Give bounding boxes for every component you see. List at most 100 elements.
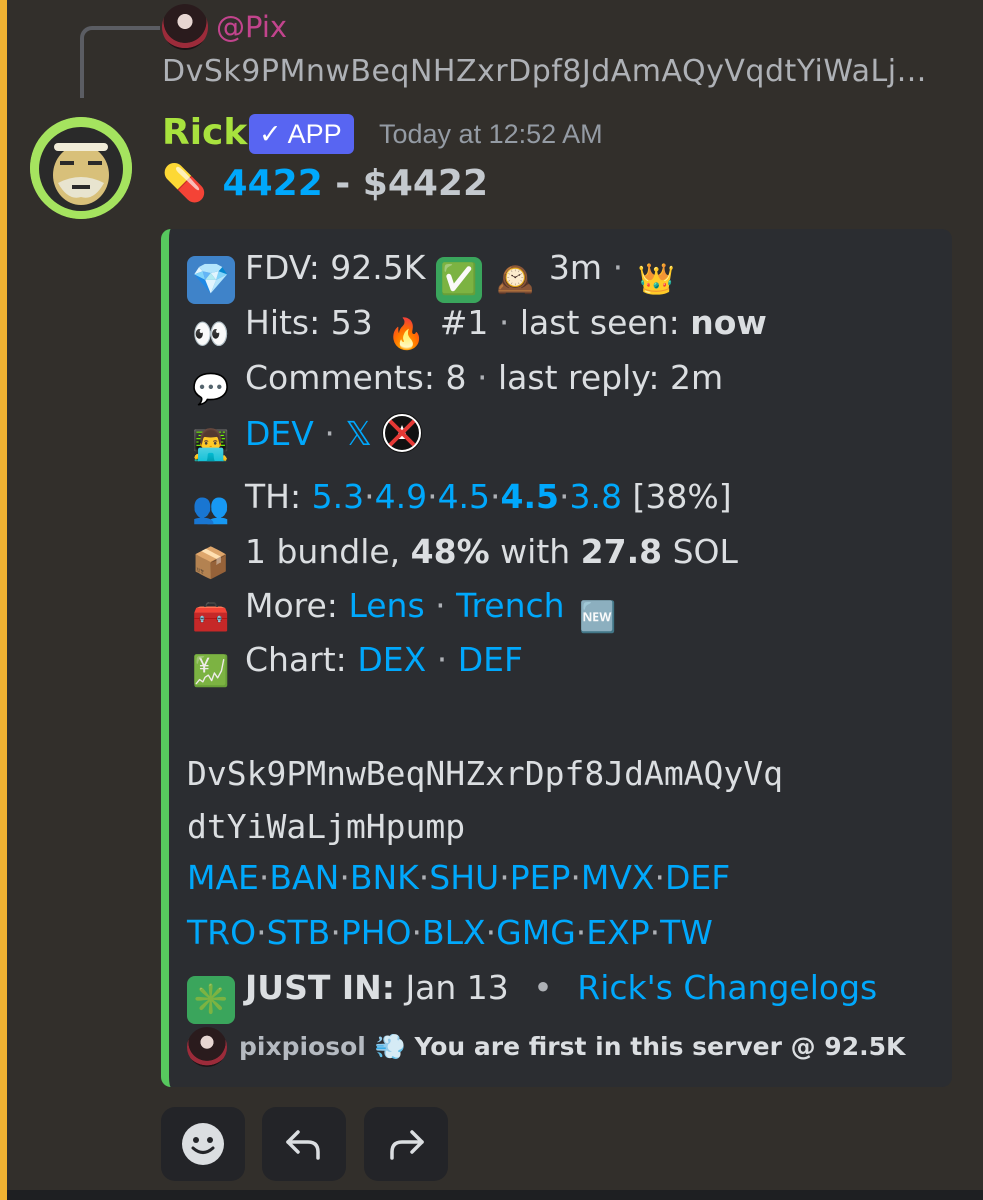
dev-link[interactable]: DEV <box>245 414 314 453</box>
embed-footer: pixpiosol 💨 You are first in this server… <box>187 1027 905 1067</box>
separator-dot: · <box>476 358 488 397</box>
bundle-count: 1 bundle, <box>245 532 411 571</box>
link-ban[interactable]: BAN <box>269 858 339 897</box>
new-badge-icon: 🆕 <box>579 600 617 635</box>
title-separator: - <box>322 163 363 204</box>
separator-dot: · <box>654 858 666 897</box>
separator-dot: · <box>490 477 501 516</box>
contract-address-line1[interactable]: DvSk9PMnwBeqNHZxrDpf8JdAmAQyVq <box>187 754 783 793</box>
separator-dot: · <box>612 248 624 287</box>
separator-dot: · <box>485 913 497 952</box>
reply-icon <box>286 1130 320 1160</box>
separator-dot: · <box>649 913 661 952</box>
holder-value[interactable]: 4.5 <box>438 477 490 516</box>
contract-address-line2[interactable]: dtYiWaLjmHpump <box>187 807 465 846</box>
fdv-value: FDV: 92.5K <box>245 248 426 287</box>
footer-text: You are first in this server @ 92.5K <box>414 1032 906 1061</box>
sparkle-icon: ✳️ <box>187 976 235 1024</box>
author-name[interactable]: Rick <box>162 112 247 153</box>
bundle-line: 📦 1 bundle, 48% with 27.8 SOL <box>187 532 738 588</box>
last-seen-value: now <box>690 303 767 342</box>
separator-dot: · <box>436 640 448 679</box>
holder-value[interactable]: 4.5 <box>501 477 559 516</box>
x-link[interactable]: 𝕏 <box>345 414 372 453</box>
hits-line: 👀 Hits: 53 🔥 #1 · last seen: now <box>187 303 767 359</box>
reply-preview[interactable]: DvSk9PMnwBeqNHZxrDpf8JdAmAQyVqdtYiWaLj… <box>162 54 952 89</box>
dash-icon: 💨 <box>374 1032 406 1061</box>
link-gmg[interactable]: GMG <box>496 913 576 952</box>
separator-dot: · <box>499 858 510 897</box>
toolbox-icon: 🧰 <box>192 600 230 635</box>
bundle-percent: 48% <box>410 532 490 571</box>
fdv-line: 💎 FDV: 92.5K ✅ 🕰️ 3m · 👑 <box>187 248 680 304</box>
link-tro[interactable]: TRO <box>187 913 256 952</box>
forward-button[interactable] <box>364 1107 448 1181</box>
add-reaction-button[interactable] <box>161 1107 245 1181</box>
reply-avatar[interactable] <box>162 4 208 50</box>
hits-value: Hits: 53 <box>245 303 373 342</box>
link-bnk[interactable]: BNK <box>350 858 419 897</box>
token-embed: 💎 FDV: 92.5K ✅ 🕰️ 3m · 👑 👀 Hits: 53 🔥 #1 ·… <box>161 229 952 1087</box>
more-label: More: <box>245 586 338 625</box>
link-mae[interactable]: MAE <box>187 858 259 897</box>
message-timestamp[interactable]: Today at 12:52 AM <box>379 119 603 150</box>
links-row-2: TRO·STB·PHO·BLX·GMG·EXP·TW <box>187 913 713 952</box>
link-shu[interactable]: SHU <box>429 858 499 897</box>
link-tw[interactable]: TW <box>660 913 713 952</box>
lens-link[interactable]: Lens <box>348 586 424 625</box>
link-blx[interactable]: BLX <box>422 913 486 952</box>
rank-value: #1 <box>439 303 489 342</box>
message-title: 💊 4422 - $4422 <box>162 162 488 204</box>
holder-value[interactable]: 3.8 <box>570 477 622 516</box>
trench-link[interactable]: Trench <box>456 586 564 625</box>
link-mvx[interactable]: MVX <box>581 858 655 897</box>
title-symbol: $4422 <box>362 163 489 204</box>
clock-icon: 🕰️ <box>496 262 535 297</box>
holder-value[interactable]: 4.9 <box>375 477 427 516</box>
link-exp[interactable]: EXP <box>586 913 649 952</box>
separator-dot: · <box>411 913 423 952</box>
last-reply: last reply: 2m <box>497 358 724 397</box>
separator-dot: · <box>258 858 270 897</box>
app-badge: ✓ APP <box>249 114 354 154</box>
holder-value[interactable]: 5.3 <box>312 477 364 516</box>
just-in-line: ✳️ JUST IN: Jan 13 • Rick's Changelogs <box>187 968 877 1024</box>
bundle-unit: SOL <box>662 532 738 571</box>
separator-dot: · <box>559 477 570 516</box>
chart-icon: 💹 <box>192 654 230 689</box>
fire-icon: 🔥 <box>387 317 425 352</box>
link-pho[interactable]: PHO <box>341 913 412 952</box>
reply-connector <box>80 26 160 98</box>
footer-avatar <box>187 1027 227 1067</box>
speech-bubble-icon: 💬 <box>192 372 230 407</box>
reply-button[interactable] <box>262 1107 346 1181</box>
separator-dot: · <box>435 586 446 625</box>
reply-username[interactable]: @Pix <box>216 10 287 44</box>
dev-line: 👨‍💻 DEV · 𝕏 <box>187 413 423 470</box>
link-stb[interactable]: STB <box>267 913 331 952</box>
pill-emoji: 💊 <box>162 163 207 204</box>
diamond-icon: 💎 <box>187 256 235 304</box>
separator-dot: · <box>498 303 510 342</box>
changelogs-link[interactable]: Rick's Changelogs <box>577 968 877 1007</box>
separator-dot: · <box>339 858 350 897</box>
no-x-account-icon <box>382 413 423 453</box>
author-avatar[interactable] <box>30 117 132 219</box>
link-pep[interactable]: PEP <box>510 858 571 897</box>
more-line: 🧰 More: Lens · Trench 🆕 <box>187 586 621 642</box>
highlight-accent-bar <box>0 0 7 1200</box>
links-row-1: MAE·BAN·BNK·SHU·PEP·MVX·DEF <box>187 858 730 897</box>
ticker-link[interactable]: 4422 <box>223 163 323 204</box>
bundle-text: with <box>489 532 581 571</box>
footer-username: pixpiosol <box>239 1032 366 1061</box>
add-reaction-icon <box>182 1123 224 1165</box>
separator-dot: · <box>330 913 341 952</box>
link-def[interactable]: DEF <box>665 858 730 897</box>
forward-icon <box>390 1130 424 1160</box>
chart-label: Chart: <box>245 640 347 679</box>
def-chart-link[interactable]: DEF <box>458 640 523 679</box>
just-in-label: JUST IN: <box>245 968 395 1007</box>
holders-label: TH: <box>245 477 302 516</box>
dex-link[interactable]: DEX <box>357 640 426 679</box>
separator-dot: · <box>364 477 375 516</box>
